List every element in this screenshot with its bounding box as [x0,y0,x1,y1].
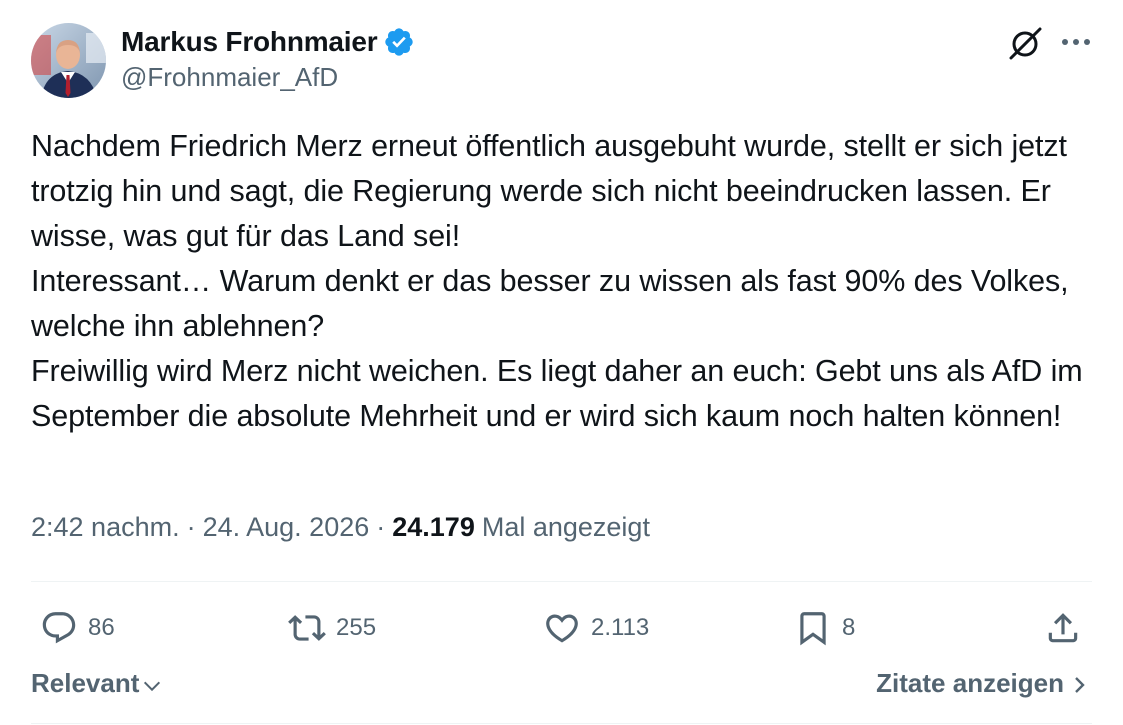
like-count: 2.113 [591,614,650,641]
retweet-icon [288,615,326,641]
meta-separator: · [186,512,196,542]
share-button[interactable] [1044,604,1082,652]
heart-icon [546,614,578,643]
chevron-right-icon [1075,676,1085,693]
quotes-label: Zitate anzeigen [876,668,1064,698]
author-name-row[interactable]: Markus Frohnmaier [121,24,415,60]
grok-icon[interactable] [1006,24,1044,62]
tweet-meta: 2:42 nachm. · 24. Aug. 2026 · 24.179 Mal… [31,512,650,543]
tweet-date[interactable]: 24. Aug. 2026 [203,512,370,543]
reply-icon [42,612,76,644]
verified-badge-icon[interactable] [383,26,415,58]
author-handle[interactable]: @Frohnmaier_AfD [121,62,338,93]
reply-button[interactable]: 86 [40,604,115,652]
sort-replies-dropdown[interactable]: Relevant [31,668,163,699]
meta-separator: · [376,512,386,542]
sort-label: Relevant [31,668,140,698]
share-icon [1048,613,1078,643]
bookmark-icon [800,612,826,646]
more-options-icon[interactable] [1058,28,1094,56]
reply-count: 86 [88,614,115,641]
avatar[interactable] [31,23,106,98]
author-display-name[interactable]: Markus Frohnmaier [121,26,378,58]
bookmark-button[interactable]: 8 [794,604,855,652]
tweet-time[interactable]: 2:42 nachm. [31,512,180,543]
retweet-button[interactable]: 255 [288,604,376,652]
like-button[interactable]: 2.113 [543,604,649,652]
divider [31,581,1092,582]
bookmark-count: 8 [842,614,856,641]
views-count: 24.179 [392,512,475,542]
divider [31,723,1092,724]
views-label: Mal angezeigt [481,512,650,542]
chevron-down-icon [144,681,161,691]
tweet-text: Nachdem Friedrich Merz erneut öffentlich… [31,129,1083,433]
retweet-count: 255 [336,614,377,641]
view-quotes-link[interactable]: Zitate anzeigen [876,668,1090,699]
action-bar: 86 255 2.113 8 [0,604,1123,652]
